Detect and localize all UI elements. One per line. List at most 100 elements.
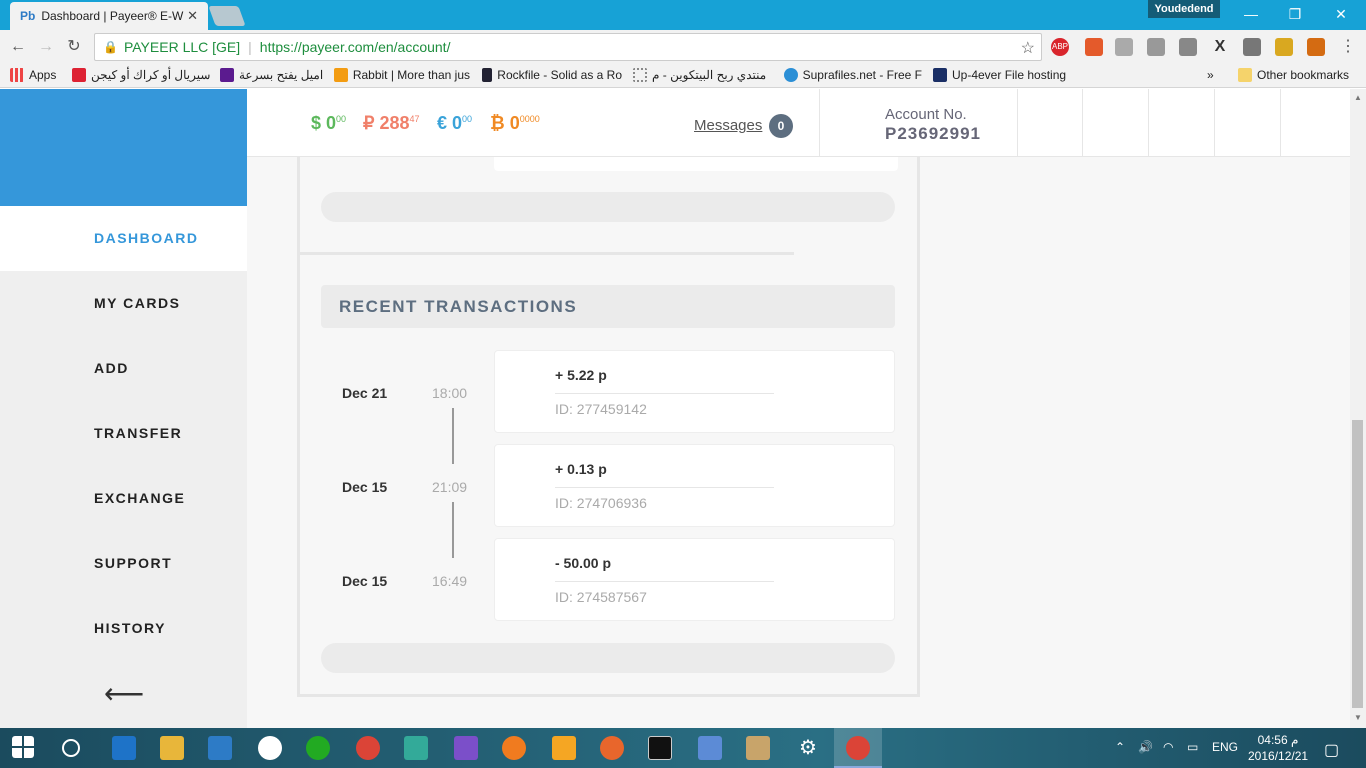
- up4ever-icon: [933, 68, 947, 82]
- camera-extension-icon[interactable]: [1115, 38, 1133, 56]
- address-bar[interactable]: 🔒 PAYEER LLC [GE] | https://payeer.com/e…: [94, 33, 1042, 61]
- forward-icon[interactable]: →: [36, 37, 56, 57]
- scroll-up-icon[interactable]: ▲: [1354, 93, 1362, 102]
- extension-icon[interactable]: [1085, 38, 1103, 56]
- scrollbar-thumb[interactable]: [1352, 420, 1363, 708]
- extension-icon[interactable]: [1179, 38, 1197, 56]
- tab-close-icon[interactable]: ✕: [187, 8, 198, 24]
- rub-symbol: ₽: [363, 113, 375, 133]
- account-number-label: Account No.: [885, 106, 967, 123]
- itunes-icon[interactable]: [258, 736, 282, 760]
- paint-icon[interactable]: [746, 736, 770, 760]
- tray-expand-icon[interactable]: ⌃: [1115, 740, 1125, 754]
- close-window-icon[interactable]: ✕: [1326, 4, 1356, 24]
- sidebar-item-history[interactable]: HISTORY: [0, 596, 247, 661]
- extension-icon[interactable]: [1307, 38, 1325, 56]
- sidebar-item-add[interactable]: ADD: [0, 336, 247, 401]
- system-clock[interactable]: 04:56 م 2016/12/21: [1248, 732, 1308, 764]
- balance-eur[interactable]: € 000: [437, 113, 472, 134]
- bookmarks-overflow-button[interactable]: »: [1207, 68, 1214, 82]
- scroll-down-icon[interactable]: ▼: [1354, 713, 1362, 722]
- balance-btc[interactable]: ₿ 00000: [490, 113, 540, 134]
- browser-tab-active[interactable]: Pb Dashboard | Payeer® E-W ✕: [10, 2, 208, 30]
- other-bookmarks[interactable]: Other bookmarks: [1238, 68, 1349, 82]
- app-icon[interactable]: [404, 736, 428, 760]
- app-icon[interactable]: [552, 736, 576, 760]
- chrome-menu-icon[interactable]: ⋮: [1338, 37, 1358, 57]
- btc-fraction: 0000: [519, 114, 540, 124]
- start-windows-icon[interactable]: [12, 736, 34, 758]
- wifi-icon[interactable]: ◠: [1163, 740, 1173, 754]
- transaction-separator: [555, 487, 774, 488]
- usd-fraction: 00: [336, 114, 347, 124]
- language-indicator[interactable]: ENG: [1212, 740, 1238, 754]
- transaction-card[interactable]: + 0.13 p ID: 274706936: [494, 444, 895, 527]
- browser-toolbar: ← → ↻ 🔒 PAYEER LLC [GE] | https://payeer…: [0, 30, 1366, 64]
- collapse-arrow-icon[interactable]: ⟵: [104, 677, 144, 710]
- bookmark-label: Rabbit | More than jus: [352, 68, 470, 82]
- section-divider: [300, 252, 794, 255]
- minimize-icon[interactable]: —: [1236, 4, 1266, 24]
- balance-usd[interactable]: $ 000: [311, 113, 346, 134]
- reload-icon[interactable]: ↻: [64, 37, 84, 57]
- command-prompt-icon[interactable]: [648, 736, 672, 760]
- battery-icon[interactable]: ▭: [1187, 740, 1198, 754]
- bookmark-item[interactable]: Rockfile - Solid as a Ro: [482, 68, 622, 82]
- transaction-separator: [555, 393, 774, 394]
- utorrent-icon[interactable]: [306, 736, 330, 760]
- chrome-icon[interactable]: [356, 736, 380, 760]
- bookmark-item[interactable]: منتدي ربح البيتكوين - م: [633, 68, 773, 82]
- app-icon[interactable]: [698, 736, 722, 760]
- notifications-icon[interactable]: ▢: [1324, 740, 1339, 760]
- x-extension-icon[interactable]: X: [1211, 38, 1229, 56]
- transaction-date: Dec 21: [342, 385, 388, 401]
- bookmark-label: Apps: [29, 68, 57, 82]
- page-scrollbar[interactable]: ▲ ▼: [1350, 89, 1366, 728]
- cortana-icon[interactable]: [62, 739, 80, 757]
- settings-gear-icon[interactable]: ⚙: [796, 736, 820, 760]
- usd-whole: 0: [326, 113, 337, 133]
- app-icon[interactable]: [454, 736, 478, 760]
- volume-icon[interactable]: 🔊: [1138, 740, 1153, 754]
- adblock-icon[interactable]: ABP: [1051, 38, 1069, 56]
- bookmark-item[interactable]: اميل يفتح بسرعة: [220, 68, 323, 82]
- profile-button[interactable]: Youdedend: [1148, 0, 1220, 18]
- transaction-card[interactable]: - 50.00 p ID: 274587567: [494, 538, 895, 621]
- extension-icon[interactable]: [1275, 38, 1293, 56]
- transaction-amount: + 5.22 p: [555, 367, 607, 383]
- header-divider: [1148, 89, 1149, 157]
- placeholder-bar: [321, 192, 895, 222]
- balance-rub[interactable]: ₽ 28847: [363, 113, 420, 134]
- bookmark-star-icon[interactable]: ☆: [1021, 38, 1035, 58]
- usd-symbol: $: [311, 113, 322, 133]
- sidebar-item-my-cards[interactable]: MY CARDS: [0, 271, 247, 336]
- bookmark-item[interactable]: Suprafiles.net - Free F: [784, 68, 922, 82]
- app-icon[interactable]: [502, 736, 526, 760]
- bookmark-apps[interactable]: Apps: [10, 68, 56, 82]
- bookmark-label: اميل يفتح بسرعة: [239, 68, 324, 82]
- edge-icon[interactable]: [112, 736, 136, 760]
- app-icon[interactable]: [208, 736, 232, 760]
- header-divider: [1214, 89, 1215, 157]
- sidebar-item-transfer[interactable]: TRANSFER: [0, 401, 247, 466]
- sidebar-item-dashboard[interactable]: DASHBOARD: [0, 206, 247, 271]
- site-org: PAYEER LLC [GE]: [123, 39, 241, 55]
- new-tab-button[interactable]: [208, 6, 246, 26]
- messages-link[interactable]: Messages: [694, 117, 762, 134]
- bookmark-item[interactable]: Up-4ever File hosting: [933, 68, 1066, 82]
- transaction-card[interactable]: + 5.22 p ID: 277459142: [494, 350, 895, 433]
- bookmark-item[interactable]: Rabbit | More than jus: [334, 68, 470, 82]
- back-icon[interactable]: ←: [8, 37, 28, 57]
- bookmark-item[interactable]: سيريال أو كراك أو كيجن: [72, 68, 210, 82]
- file-explorer-icon[interactable]: [160, 736, 184, 760]
- extension-icon[interactable]: [1147, 38, 1165, 56]
- sidebar-item-support[interactable]: SUPPORT: [0, 531, 247, 596]
- bookmark-label: Up-4ever File hosting: [952, 68, 1067, 82]
- payeer-favicon-icon: Pb: [20, 9, 36, 23]
- transaction-separator: [555, 581, 774, 582]
- firefox-icon[interactable]: [600, 736, 624, 760]
- sidebar-item-exchange[interactable]: EXCHANGE: [0, 466, 247, 531]
- chrome-active-task[interactable]: [834, 728, 882, 768]
- extension-icon[interactable]: [1243, 38, 1261, 56]
- restore-icon[interactable]: ❐: [1280, 4, 1310, 24]
